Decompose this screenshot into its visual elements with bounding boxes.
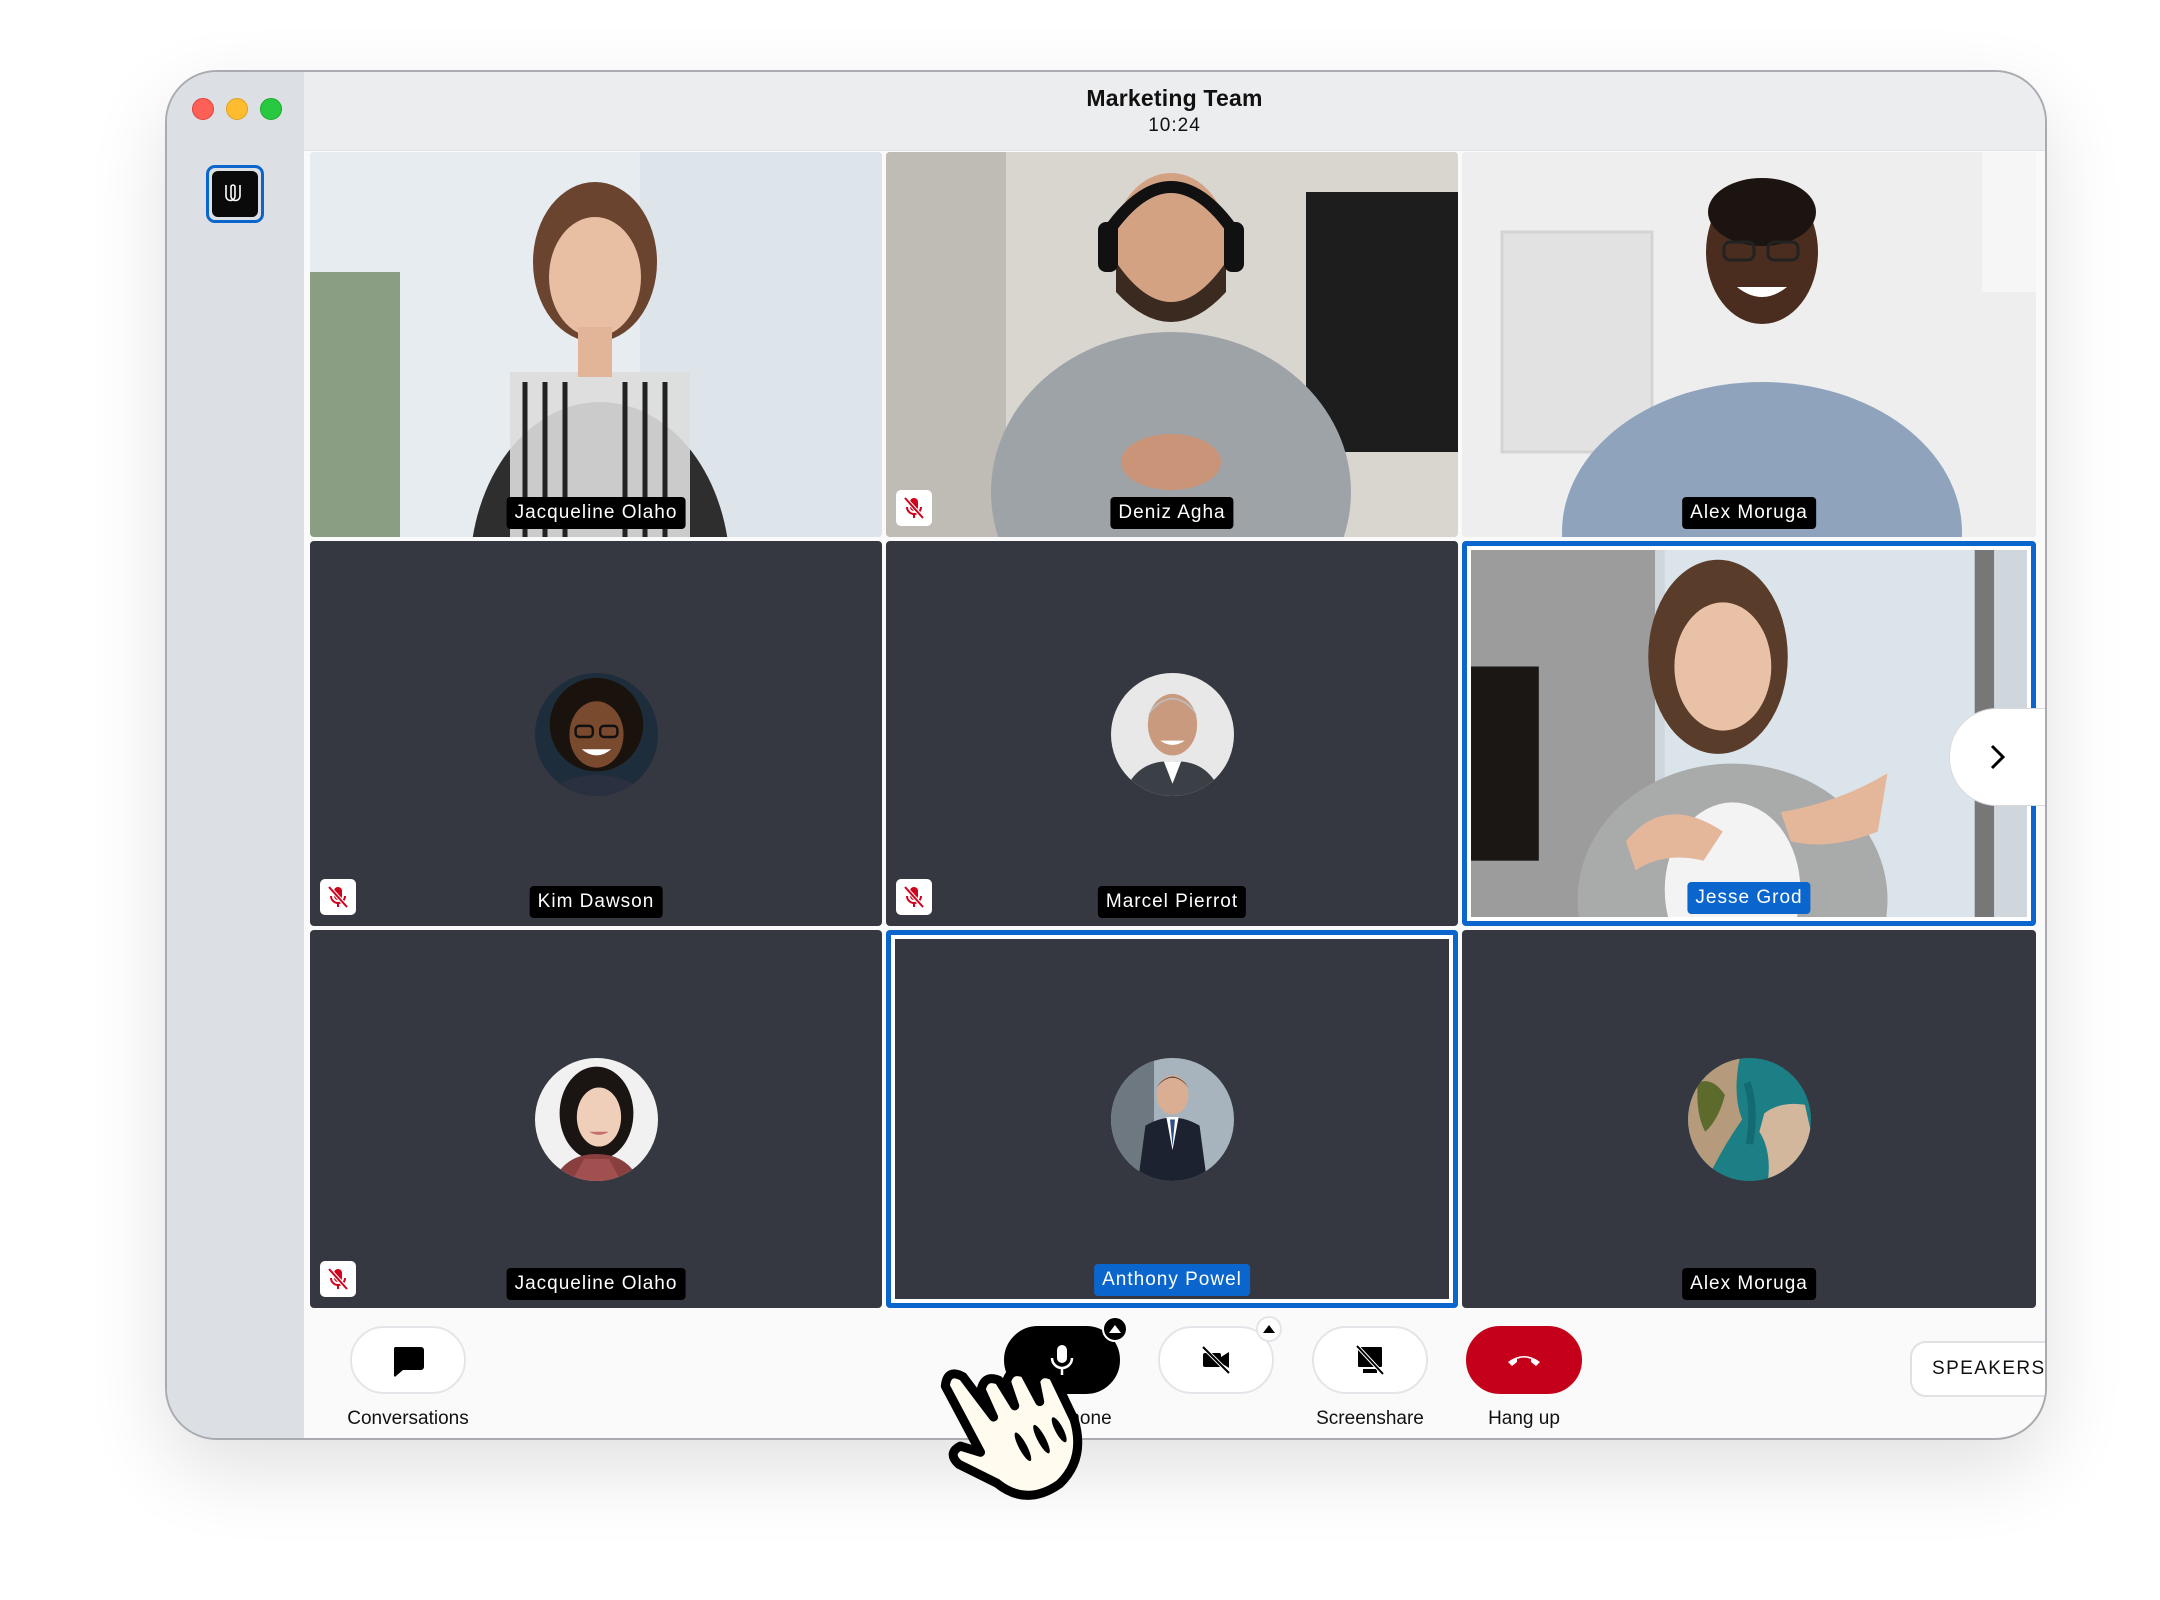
- participant-tile-active[interactable]: Jesse Grod: [1462, 541, 2036, 926]
- participant-name: Jacqueline Olaho: [506, 1268, 686, 1300]
- participant-tile[interactable]: Alex Moruga: [1462, 930, 2036, 1308]
- participant-name: Anthony Powel: [1094, 1264, 1250, 1296]
- pointer-hand-cursor-icon: [940, 1367, 1083, 1500]
- participant-name: Alex Moruga: [1682, 497, 1816, 529]
- camera-button[interactable]: [1158, 1326, 1274, 1394]
- mic-muted-icon: [327, 1267, 349, 1291]
- conversations-button[interactable]: [350, 1326, 466, 1394]
- workplace-app-button[interactable]: [206, 165, 264, 223]
- call-title: Marketing Team: [1086, 85, 1263, 111]
- workplace-logo-icon: [212, 171, 258, 217]
- close-window-button[interactable]: [192, 98, 214, 120]
- caret-up-icon: [1263, 1325, 1275, 1333]
- participant-tile[interactable]: Marcel Pierrot: [886, 541, 1458, 926]
- next-page-button[interactable]: [1949, 708, 2045, 806]
- view-toggle: SPEAKERS All (11): [1910, 1341, 2045, 1397]
- participant-tile[interactable]: Kim Dawson: [310, 541, 882, 926]
- muted-indicator: [896, 879, 932, 915]
- video-feed-alex: [1462, 152, 2036, 537]
- mic-muted-icon: [327, 885, 349, 909]
- phone-hangup-icon: [1508, 1356, 1540, 1366]
- screenshare-off-icon: [1355, 1344, 1385, 1376]
- zoom-window-button[interactable]: [260, 98, 282, 120]
- avatar-kim: [535, 672, 658, 796]
- muted-indicator: [896, 490, 932, 526]
- sidebar: [167, 72, 304, 1438]
- hang-up-label: Hang up: [1488, 1408, 1560, 1429]
- call-toolbar: Conversations Microphone Screenshare Han…: [304, 1312, 2045, 1438]
- avatar-alex-landscape: [1688, 1058, 1811, 1181]
- caret-up-icon: [1109, 1325, 1121, 1333]
- muted-indicator: [320, 1261, 356, 1297]
- avatar-marcel: [1111, 672, 1234, 796]
- participant-tile[interactable]: Deniz Agha: [886, 152, 1458, 537]
- minimize-window-button[interactable]: [226, 98, 248, 120]
- participant-name: Alex Moruga: [1682, 1268, 1816, 1300]
- mic-muted-icon: [903, 885, 925, 909]
- chat-bubble-icon: [393, 1347, 424, 1377]
- camera-off-icon: [1201, 1345, 1231, 1375]
- participant-name: Marcel Pierrot: [1097, 886, 1247, 918]
- chevron-right-icon: [1990, 744, 2006, 770]
- muted-indicator: [320, 879, 356, 915]
- screenshare-label: Screenshare: [1316, 1408, 1424, 1429]
- camera-options-button[interactable]: [1256, 1316, 1282, 1342]
- video-feed-deniz: [886, 152, 1458, 537]
- avatar-anthony: [1111, 1058, 1234, 1181]
- participant-name: Jesse Grod: [1687, 882, 1811, 914]
- participant-tile[interactable]: Jacqueline Olaho: [310, 930, 882, 1308]
- participant-name: Kim Dawson: [529, 886, 663, 918]
- call-header: Marketing Team 10:24: [304, 72, 2045, 151]
- screenshare-button[interactable]: [1312, 1326, 1428, 1394]
- video-feed-jesse: [1471, 550, 2027, 917]
- participant-grid: Jacqueline Olaho Deniz Agha Alex Moruga …: [310, 152, 2038, 1309]
- call-timer: 10:24: [1148, 115, 1201, 136]
- conversations-label: Conversations: [347, 1408, 469, 1429]
- mic-muted-icon: [903, 496, 925, 520]
- video-feed-jacqueline: [310, 152, 882, 537]
- participant-tile-active[interactable]: Anthony Powel: [886, 930, 1458, 1308]
- hang-up-button[interactable]: [1466, 1326, 1582, 1394]
- avatar-jacqueline: [535, 1058, 658, 1181]
- participant-tile[interactable]: Alex Moruga: [1462, 152, 2036, 537]
- speakers-view-button[interactable]: SPEAKERS: [1912, 1343, 2045, 1395]
- participant-name: Deniz Agha: [1110, 497, 1234, 529]
- participant-tile[interactable]: Jacqueline Olaho: [310, 152, 882, 537]
- app-window: Marketing Team 10:24 Jacqueline Olaho De…: [165, 70, 2047, 1440]
- participant-name: Jacqueline Olaho: [506, 497, 686, 529]
